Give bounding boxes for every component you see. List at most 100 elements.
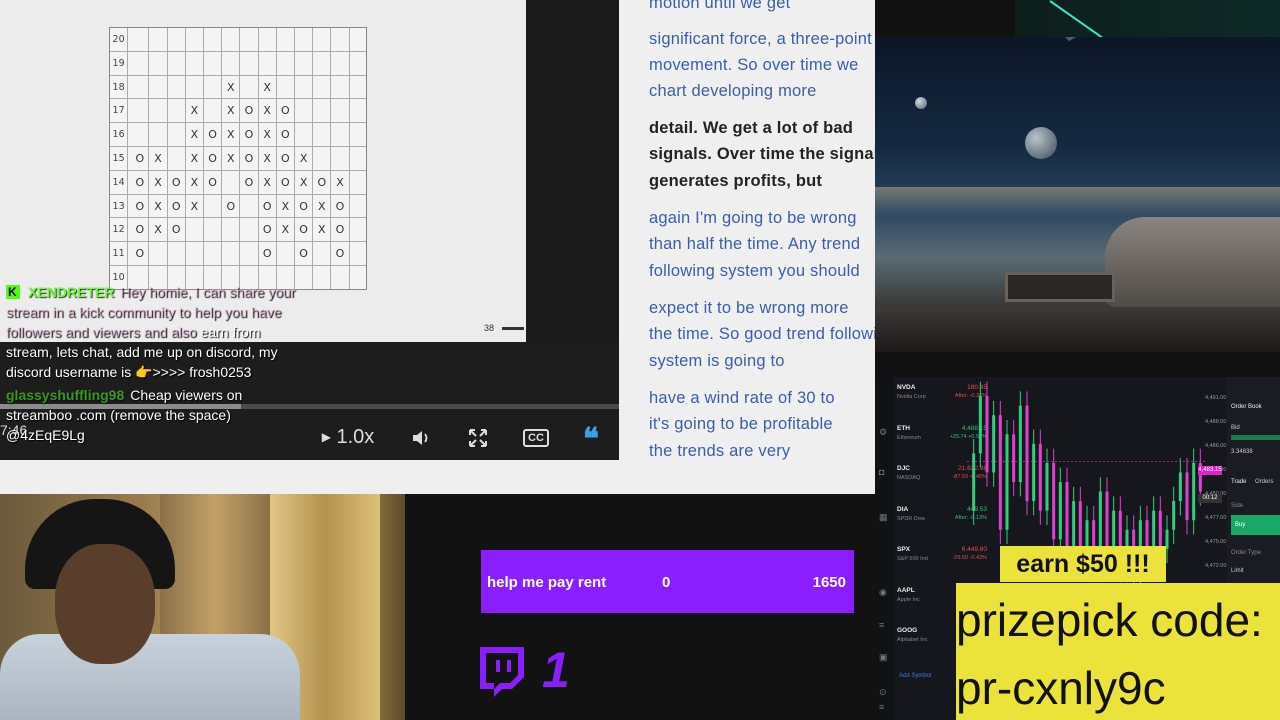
goal-label: help me pay rent [487,574,607,591]
earn-banner: earn $50 !!! [1000,546,1166,582]
pf-cell [331,266,350,289]
pf-row: 11 O O O O [110,242,366,266]
transcript-line: chart developing more [649,82,817,100]
lounge-floor [875,307,1280,352]
watchlist-item[interactable]: SPX S&P 500 Ind 6,449.80 -29.60 -0.43% [897,546,987,586]
order-book-tab[interactable]: Order Book [1231,404,1262,410]
person-body [0,634,300,720]
candle-body [1032,443,1036,502]
pf-row: 19 [110,51,366,76]
candle-body [1052,462,1056,540]
pf-cell [331,28,350,52]
settings-icon[interactable]: ⚙ [879,427,889,437]
chat-message: glassyshuffling98 Cheap viewers on stream… [6,385,306,445]
alert-icon[interactable]: ◉ [879,587,889,597]
candle-body [1185,472,1189,521]
help-icon[interactable]: ⊙ [879,687,889,697]
pf-cell [149,75,168,100]
pf-cell [313,51,332,76]
limit-select[interactable]: Limit [1231,568,1244,574]
pf-cell [168,147,186,171]
chat-icon[interactable]: ◘ [879,467,889,477]
person-face [55,544,155,664]
transcript-line: signals. Over time the signal [649,145,875,163]
bid-label: Bid [1231,425,1240,431]
pf-cell [313,123,332,147]
bid-price: 3.34838 [1231,449,1253,455]
pf-cell [313,266,332,289]
ticker-symbol: ETH [897,424,910,432]
pf-cell [131,75,150,100]
pf-cell [149,242,168,266]
pf-cell [168,75,186,100]
ticker-symbol: DIA [897,505,909,513]
pf-cell [204,28,223,52]
watchlist-item[interactable]: NVDA Nvidia Corp 180.45 After: -0.38% [897,384,987,424]
captions-button[interactable]: CC [520,422,552,452]
candle-body [1085,520,1089,549]
pf-cell: X [186,147,204,171]
background-strip [0,460,875,494]
chat-username[interactable]: XENDRETER [28,284,114,300]
pf-cell [168,51,186,76]
price-axis-label: 4,472.00 [1205,563,1227,569]
twitch-icon [480,647,524,697]
prizepick-code: pr-cxnly9c [956,662,1166,714]
ticker-name: SPDR Dow [897,515,925,522]
transcript-panel: motion until we get significant force, a … [619,0,875,494]
pf-cell: O [331,242,350,266]
donation-goal: help me pay rent 0 1650 [481,550,854,613]
pf-row: 14 O X O X O O X O X O X [110,170,366,195]
twitch-count: 1 [542,642,570,698]
bell-icon[interactable]: ▣ [879,652,889,662]
candle-body [972,453,976,511]
pf-cell: O [277,170,295,195]
watchlist-item[interactable]: DJCNASDAQ21,622.98-87.59 -0.40% [897,465,987,505]
pf-cell: O [168,170,186,195]
pf-cell [313,242,332,266]
menu-icon[interactable]: ≡ [879,620,889,630]
add-symbol-link[interactable]: Add Symbol [899,673,931,679]
chat-username[interactable]: glassyshuffling98 [6,387,124,403]
pf-cell: X [222,75,241,100]
watchlist-item[interactable]: DIA SPDR Dow 449.53 After: -0.13% [897,505,987,546]
fullscreen-button[interactable] [462,422,494,452]
pf-cell [204,242,223,266]
pf-cell [222,242,241,266]
candle-body [1105,491,1109,549]
chat-message: XENDRETERHey homie, I can share your str… [6,282,306,382]
volume-icon [413,430,428,445]
pf-cell: X [186,194,204,219]
transcript-line: following system you should [649,262,860,280]
pf-cell: X [295,170,314,195]
pf-cell [295,28,314,52]
pf-price-label: 15 [110,147,129,171]
list-icon[interactable]: ≡ [879,702,889,712]
pf-cell [295,99,314,124]
pf-cell [204,194,223,219]
watchlist-item[interactable]: ETH Ethereum 4,488.15 +25.74 +0.58% [897,424,987,465]
pf-cell [240,75,259,100]
pf-price-label: 14 [110,170,129,195]
pf-cell [295,123,314,147]
pf-cell: O [204,123,223,147]
volume-button[interactable] [405,422,437,452]
transcript-line: it's going to be profitable [649,415,833,433]
speed-button[interactable]: ▶ 1.0x [318,422,378,452]
pf-cell [331,123,350,147]
pf-cell: X [186,123,204,147]
orders-tab[interactable]: Orders [1255,479,1273,485]
grid-icon[interactable]: ▦ [879,512,889,522]
pf-cell [331,75,350,100]
prizepick-title: prizepick code: [956,594,1263,646]
pf-cell [240,242,259,266]
pf-cell: O [168,218,186,243]
webcam-feed [0,494,405,720]
candle-body [1025,405,1029,502]
pf-cell [240,218,259,243]
ticker-name: Ethereum [897,434,921,441]
buy-button[interactable]: Buy [1231,515,1280,535]
quote-button[interactable]: ❝ [575,422,607,456]
trade-tab[interactable]: Trade [1231,479,1246,485]
pf-price-label: 12 [110,218,129,243]
